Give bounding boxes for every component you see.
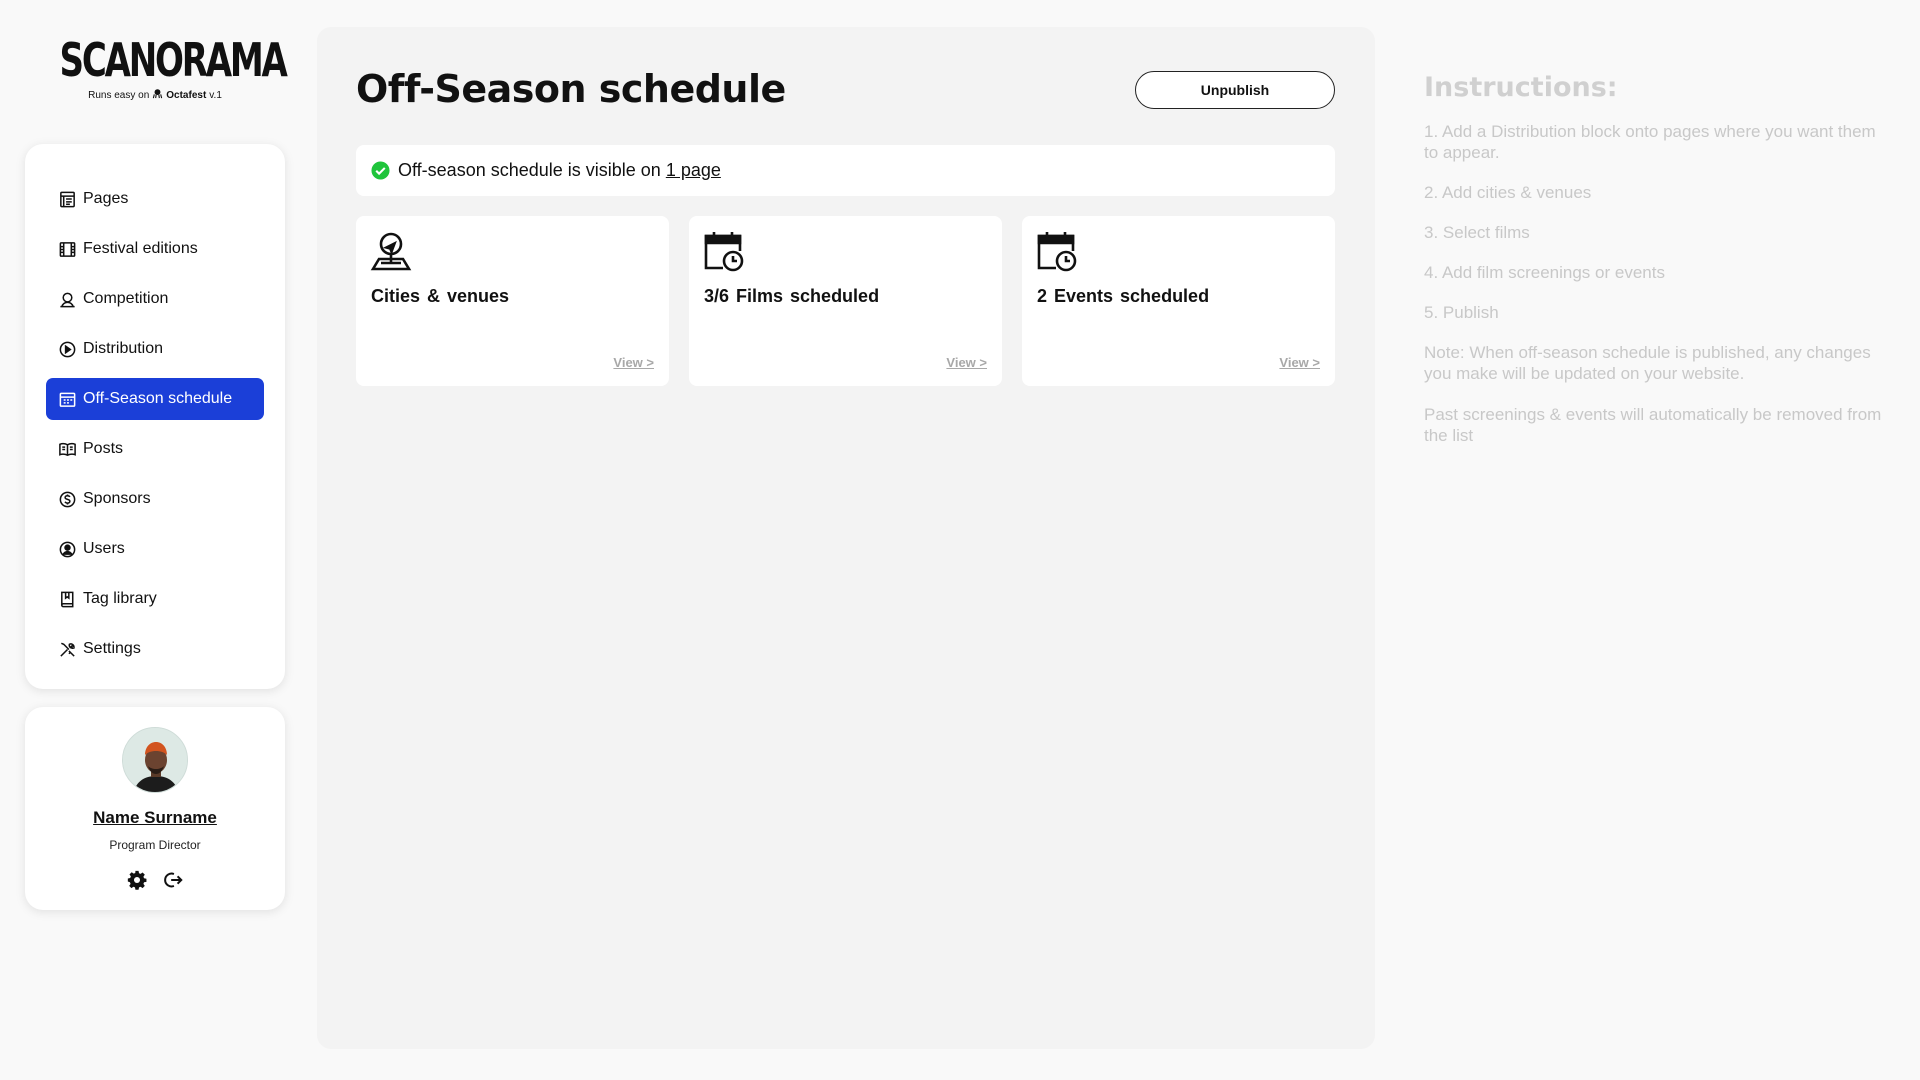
- brand-tagline: Runs easy on Octafest v.1: [26, 88, 284, 104]
- sidebar-item-festival-editions[interactable]: Festival editions: [46, 228, 264, 270]
- tagline-product: Octafest: [166, 90, 207, 101]
- profile-role: Program Director: [109, 838, 201, 852]
- card-title: 3/6 Films scheduled: [704, 286, 880, 306]
- instructions-panel: Instructions: 1. Add a Distribution bloc…: [1424, 72, 1884, 465]
- status-bar: Off-season schedule is visible on 1 page: [356, 145, 1335, 196]
- check-circle-icon: [371, 161, 390, 180]
- sidebar-item-label: Pages: [83, 190, 129, 207]
- sidebar-item-label: Festival editions: [83, 240, 198, 257]
- sidebar-item-label: Sponsors: [83, 490, 151, 507]
- sidebar-item-label: Off-Season schedule: [83, 390, 233, 407]
- sidebar-item-label: Posts: [83, 440, 124, 457]
- user-circle-icon: [58, 540, 77, 559]
- card-view-link[interactable]: View >: [1279, 355, 1320, 370]
- status-page-link[interactable]: 1 page: [666, 160, 721, 181]
- card-view-link[interactable]: View >: [613, 355, 654, 370]
- tagline-prefix: Runs easy on: [88, 90, 150, 101]
- instruction-step: 4. Add film screenings or events: [1424, 263, 1665, 282]
- instruction-step: 2. Add cities & venues: [1424, 183, 1592, 202]
- instruction-past-note: Past screenings & events will automatica…: [1424, 405, 1882, 445]
- profile-card: Name Surname Program Director: [25, 707, 285, 910]
- card-cities-venues[interactable]: Cities & venues View >: [356, 216, 669, 386]
- main-panel: Off-Season schedule Unpublish Off-season…: [317, 27, 1375, 1049]
- book-icon: [58, 590, 77, 609]
- octopus-icon: [152, 88, 163, 104]
- sidebar-item-sponsors[interactable]: Sponsors: [46, 478, 264, 520]
- brand-name: SCANORAMA: [59, 33, 288, 87]
- sidebar-item-label: Users: [83, 540, 125, 557]
- page-title: Off-Season schedule: [356, 67, 786, 111]
- sidebar-item-off-season-schedule[interactable]: Off-Season schedule: [46, 378, 264, 420]
- film-icon: [58, 240, 77, 259]
- sidebar-item-pages[interactable]: Pages: [46, 178, 264, 220]
- sidebar-item-posts[interactable]: Posts: [46, 428, 264, 470]
- instruction-step: 5. Publish: [1424, 303, 1499, 322]
- profile-name[interactable]: Name Surname: [25, 808, 285, 828]
- instruction-note-line: you make will be updated on your website…: [1424, 364, 1745, 383]
- sidebar-item-label: Tag library: [83, 590, 157, 607]
- sidebar-item-label: Settings: [83, 640, 141, 657]
- instructions-heading: Instructions:: [1424, 72, 1618, 103]
- gear-icon[interactable]: [126, 869, 148, 891]
- card-events-scheduled[interactable]: 2 Events scheduled View >: [1022, 216, 1335, 386]
- card-films-scheduled[interactable]: 3/6 Films scheduled View >: [689, 216, 1002, 386]
- sidebar-item-settings[interactable]: Settings: [46, 628, 264, 670]
- tools-icon: [58, 640, 77, 659]
- play-circle-icon: [58, 340, 77, 359]
- sidebar-nav: Pages Festival editions Competition Dist…: [25, 144, 285, 689]
- sidebar-item-users[interactable]: Users: [46, 528, 264, 570]
- card-title: Cities & venues: [371, 286, 510, 306]
- pages-icon: [58, 190, 77, 209]
- map-pin-icon: [370, 230, 412, 272]
- unpublish-button[interactable]: Unpublish: [1135, 71, 1335, 109]
- instruction-note: Note: When off-season schedule is publis…: [1424, 342, 1884, 384]
- avatar[interactable]: [122, 727, 188, 793]
- calendar-icon: [58, 390, 77, 409]
- instruction-step: 1. Add a Distribution block onto pages w…: [1424, 122, 1876, 162]
- profile-actions: [25, 869, 285, 891]
- sidebar-item-tag-library[interactable]: Tag library: [46, 578, 264, 620]
- sidebar-item-competition[interactable]: Competition: [46, 278, 264, 320]
- award-icon: [58, 290, 77, 309]
- tagline-version: v.1: [209, 90, 222, 101]
- calendar-clock-icon: [1036, 230, 1078, 272]
- card-view-link[interactable]: View >: [946, 355, 987, 370]
- brand-logo[interactable]: SCANORAMA Runs easy on Octafest v.1: [26, 33, 288, 108]
- status-text: Off-season schedule is visible on: [398, 160, 661, 180]
- instruction-note-line: Note: When off-season schedule is publis…: [1424, 343, 1871, 362]
- newspaper-icon: [58, 440, 77, 459]
- card-title: 2 Events scheduled: [1037, 286, 1210, 306]
- sidebar-item-label: Competition: [83, 290, 169, 307]
- instruction-step: 3. Select films: [1424, 223, 1530, 242]
- calendar-clock-icon: [703, 230, 745, 272]
- sidebar-item-label: Distribution: [83, 340, 164, 357]
- dollar-circle-icon: [58, 490, 77, 509]
- logout-icon[interactable]: [162, 869, 184, 891]
- sidebar-item-distribution[interactable]: Distribution: [46, 328, 264, 370]
